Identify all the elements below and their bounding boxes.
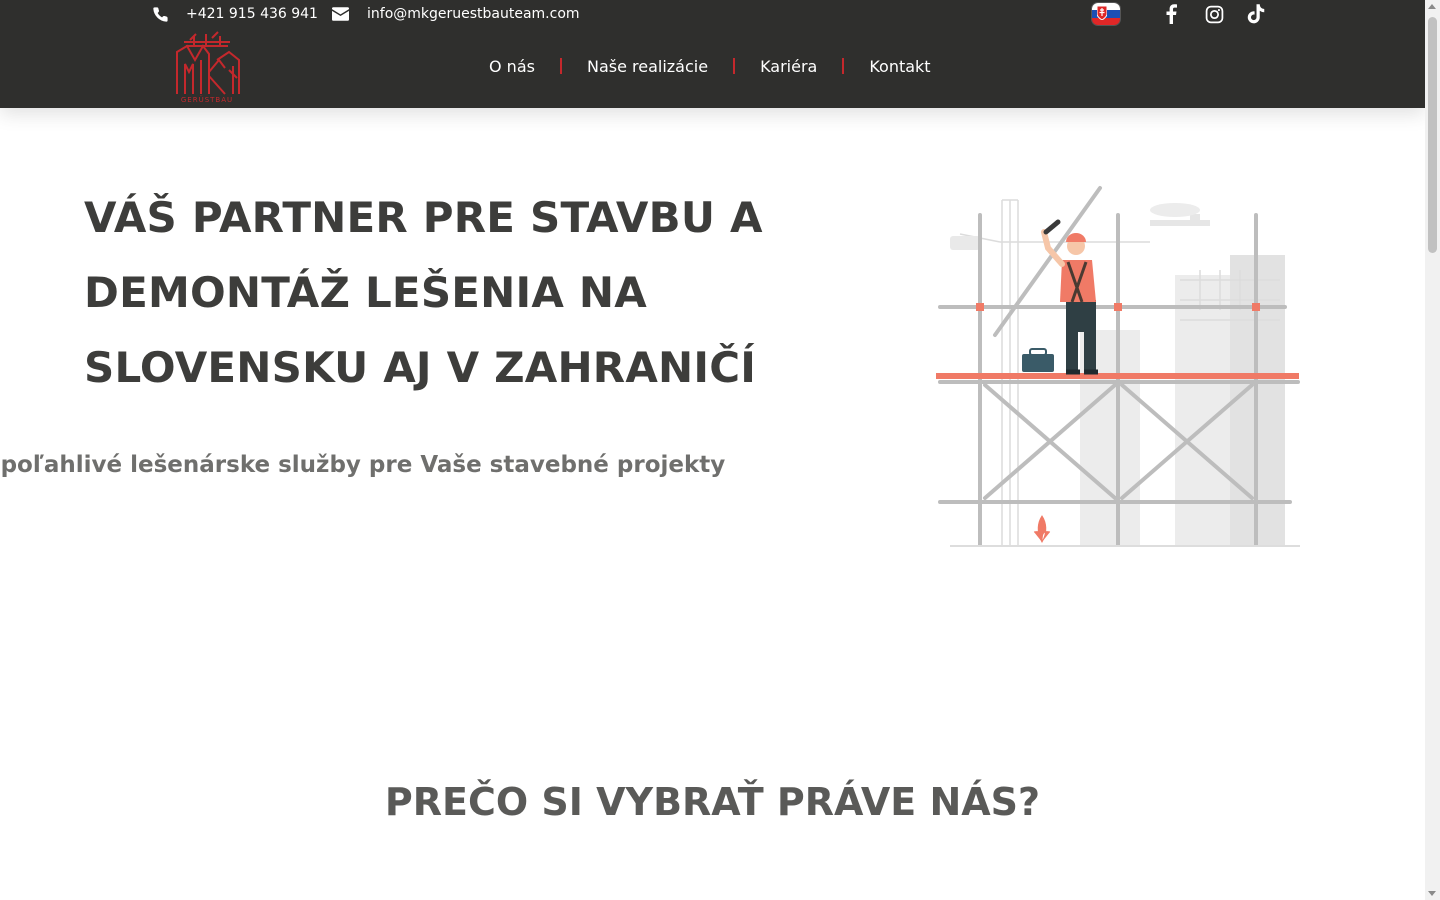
phone-number: +421 915 436 941 [186,6,318,22]
email-contact[interactable]: info@mkgeruestbauteam.com [332,0,580,28]
nav-item-kariera[interactable]: Kariéra [760,57,817,76]
nav-separator [733,58,736,74]
toolbox-icon [1022,348,1054,372]
hero-title: VÁŠ PARTNER PRE STAVBU A DEMONTÁŽ LEŠENI… [84,193,763,392]
nav-separator [559,58,562,74]
logo-text: GERÜSTBAU [180,96,234,104]
nav-item-kontakt[interactable]: Kontakt [869,57,930,76]
scaffolding-worker-illustration [936,186,1300,547]
nav-item-o-nas[interactable]: O nás [489,57,535,76]
nav-separator [842,58,845,74]
company-logo[interactable]: GERÜSTBAU [172,30,242,104]
main-navigation: O nás Naše realizácie Kariéra Kontakt [489,52,931,80]
why-choose-us-title: PREČO SI VYBRAŤ PRÁVE NÁS? [384,780,1041,824]
slovak-flag-icon[interactable] [1092,3,1120,25]
tiktok-icon [1247,4,1265,24]
facebook-link[interactable] [1160,3,1182,25]
phone-contact[interactable]: +421 915 436 941 [152,0,318,28]
envelope-icon [332,7,349,21]
instagram-link[interactable] [1203,3,1225,25]
tiktok-link[interactable] [1245,3,1267,25]
instagram-icon [1205,5,1223,23]
scroll-up-arrow[interactable] [1428,4,1436,9]
logo-mark [176,31,240,95]
phone-icon [153,6,168,22]
scroll-down-arrow[interactable] [1428,891,1436,896]
site-header: +421 915 436 941 info@mkgeruestbauteam.c… [0,0,1425,108]
email-address: info@mkgeruestbauteam.com [367,6,580,22]
hero-subtitle: Spoľahlivé lešenárske služby pre Vaše st… [0,452,726,478]
facebook-icon [1166,4,1177,24]
scroll-thumb[interactable] [1428,17,1437,253]
nav-item-nase-realizacie[interactable]: Naše realizácie [587,57,708,76]
page-scrollbar[interactable] [1425,0,1440,900]
worker-figure [1041,219,1098,375]
